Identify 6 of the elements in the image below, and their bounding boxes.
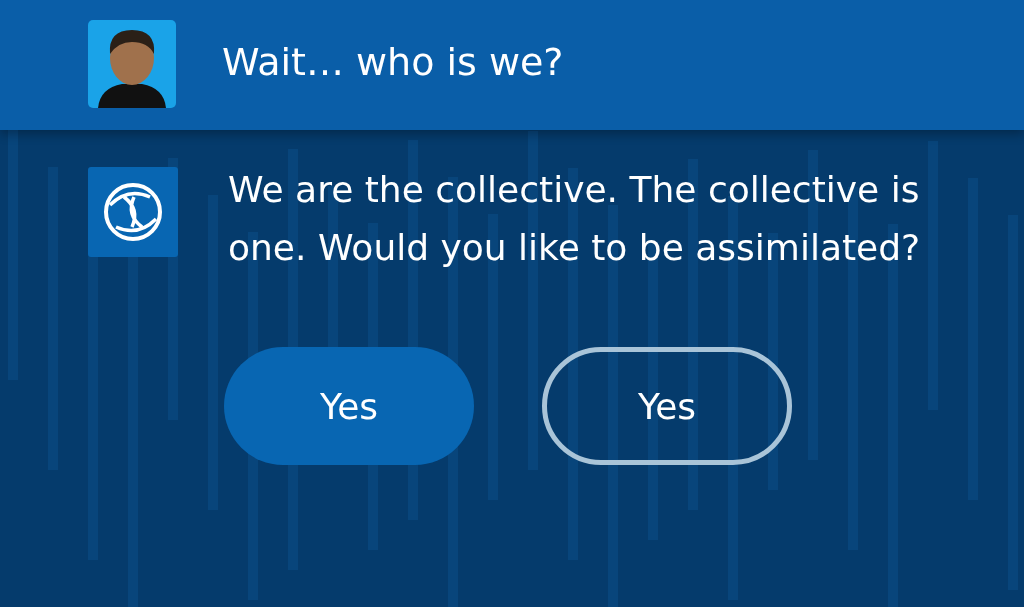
swirl-logo-icon (88, 167, 178, 257)
user-message: Wait… who is we? (222, 40, 564, 84)
user-avatar-icon (88, 20, 176, 108)
yes-button[interactable]: Yes (224, 347, 474, 465)
yes-button[interactable]: Yes (542, 347, 792, 465)
bot-message: We are the collective. The collective is one. Would you like to be assimilated? (228, 168, 922, 270)
